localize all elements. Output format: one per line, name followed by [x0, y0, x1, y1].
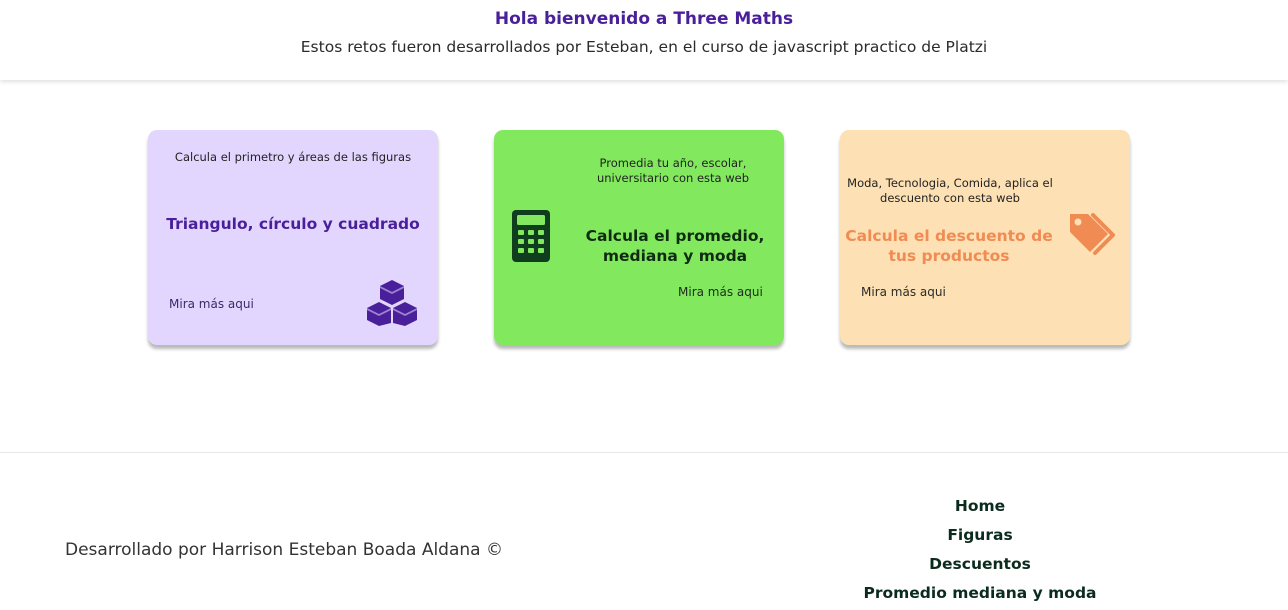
- tags-icon: [1070, 213, 1115, 255]
- footer-link-home[interactable]: Home: [830, 494, 1130, 523]
- footer-link-promedio[interactable]: Promedio mediana y moda: [830, 581, 1130, 610]
- card-description: Calcula el primetro y áreas de las figur…: [174, 150, 412, 164]
- footer-divider: [0, 452, 1288, 453]
- cubes-icon: [367, 280, 417, 326]
- card-description: Promedia tu año, escolar, universitario …: [596, 156, 750, 185]
- calculator-icon: [512, 210, 550, 262]
- card-title: Calcula el descuento de tus productos: [845, 227, 1053, 265]
- card-description: Moda, Tecnologia, Comida, aplica el desc…: [847, 176, 1053, 205]
- card-link-descuentos[interactable]: Mira más aqui: [861, 284, 946, 300]
- card-promedio[interactable]: Promedia tu año, escolar, universitario …: [494, 130, 784, 345]
- footer-nav: Home Figuras Descuentos Promedio mediana…: [830, 494, 1130, 610]
- card-descuentos[interactable]: Moda, Tecnologia, Comida, aplica el desc…: [840, 130, 1130, 345]
- site-title: Hola bienvenido a Three Maths: [494, 9, 794, 29]
- card-link-promedio[interactable]: Mira más aqui: [678, 284, 763, 300]
- footer-link-descuentos[interactable]: Descuentos: [830, 552, 1130, 581]
- site-subtitle: Estos retos fueron desarrollados por Est…: [300, 38, 988, 56]
- card-link-figuras[interactable]: Mira más aqui: [169, 296, 254, 312]
- site-header: Hola bienvenido a Three Maths Estos reto…: [0, 0, 1288, 80]
- card-title: Calcula el promedio, mediana y moda: [585, 227, 765, 265]
- footer-credit: Desarrollado por Harrison Esteban Boada …: [65, 540, 503, 560]
- card-figuras[interactable]: Calcula el primetro y áreas de las figur…: [148, 130, 438, 345]
- card-title: Triangulo, círculo y cuadrado: [166, 215, 420, 233]
- footer-link-figuras[interactable]: Figuras: [830, 523, 1130, 552]
